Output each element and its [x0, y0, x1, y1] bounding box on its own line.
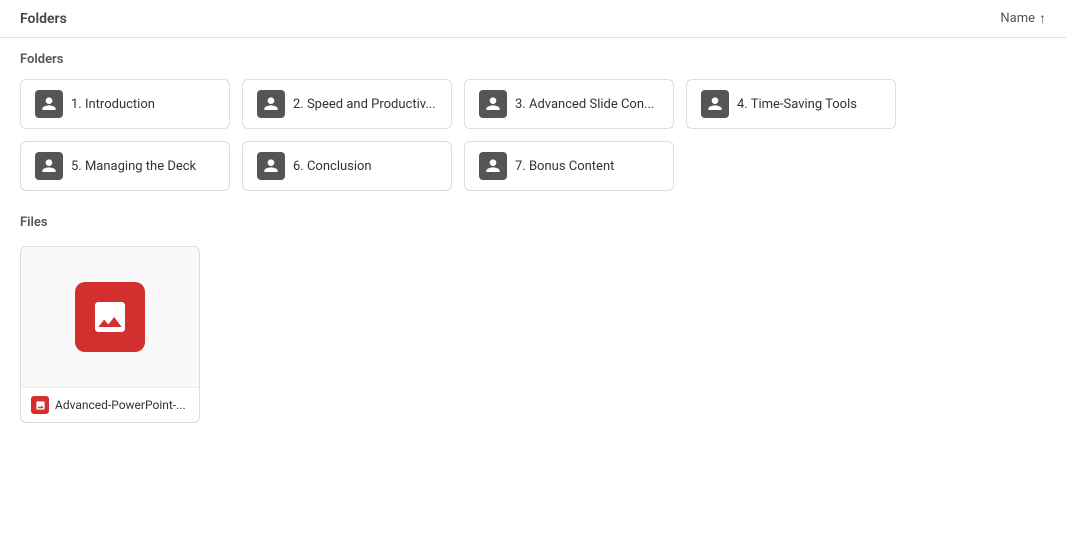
file-item[interactable]: Advanced-PowerPoint-... — [20, 246, 200, 423]
folders-title: Folders — [20, 11, 67, 27]
folder-name: 6. Conclusion — [293, 159, 372, 174]
person-folder-icon — [485, 158, 501, 174]
sort-control[interactable]: Name ↑ — [1000, 10, 1046, 27]
files-section-label: Files — [0, 201, 1066, 238]
person-folder-icon — [41, 96, 57, 112]
file-name: Advanced-PowerPoint-... — [55, 398, 186, 412]
folder-name: 7. Bonus Content — [515, 159, 614, 174]
file-name-row: Advanced-PowerPoint-... — [21, 387, 199, 422]
person-folder-icon — [263, 96, 279, 112]
file-image-icon — [35, 400, 46, 411]
folder-item[interactable]: 6. Conclusion — [242, 141, 452, 191]
sort-label: Name — [1000, 11, 1035, 26]
files-grid: Advanced-PowerPoint-... — [20, 246, 1046, 423]
folder-icon — [35, 152, 63, 180]
folder-item[interactable]: 1. Introduction — [20, 79, 230, 129]
folder-icon — [35, 90, 63, 118]
folder-icon — [479, 152, 507, 180]
folder-icon — [701, 90, 729, 118]
person-folder-icon — [707, 96, 723, 112]
folder-icon — [257, 90, 285, 118]
file-preview — [21, 247, 199, 387]
folder-name: 5. Managing the Deck — [71, 159, 196, 174]
folder-name: 4. Time-Saving Tools — [737, 97, 857, 112]
folder-item[interactable]: 5. Managing the Deck — [20, 141, 230, 191]
folders-grid: 1. Introduction 2. Speed and Productiv..… — [0, 75, 1066, 201]
file-thumb-icon — [31, 396, 49, 414]
folder-item[interactable]: 2. Speed and Productiv... — [242, 79, 452, 129]
folder-icon — [257, 152, 285, 180]
top-bar: Folders Name ↑ — [0, 0, 1066, 38]
image-icon — [90, 297, 130, 337]
person-folder-icon — [263, 158, 279, 174]
file-icon-large — [75, 282, 145, 352]
sort-arrow-icon: ↑ — [1039, 10, 1046, 27]
folder-item[interactable]: 3. Advanced Slide Con... — [464, 79, 674, 129]
person-folder-icon — [485, 96, 501, 112]
folder-name: 3. Advanced Slide Con... — [515, 97, 654, 112]
folder-item[interactable]: 4. Time-Saving Tools — [686, 79, 896, 129]
folders-section-label: Folders — [0, 38, 1066, 75]
folder-name: 1. Introduction — [71, 97, 155, 112]
folder-name: 2. Speed and Productiv... — [293, 97, 436, 112]
folder-icon — [479, 90, 507, 118]
files-section: Advanced-PowerPoint-... — [0, 238, 1066, 433]
person-folder-icon — [41, 158, 57, 174]
folder-item[interactable]: 7. Bonus Content — [464, 141, 674, 191]
